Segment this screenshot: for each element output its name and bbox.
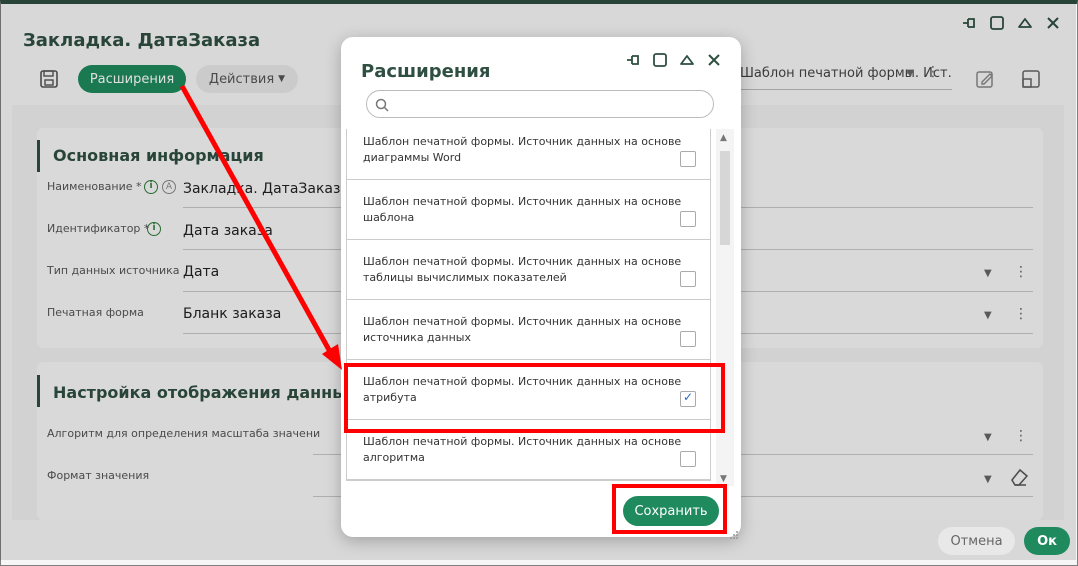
maximize-icon[interactable] xyxy=(651,51,669,69)
checkbox[interactable] xyxy=(680,331,696,347)
dialog-window-controls xyxy=(624,51,723,69)
list-item-label: Шаблон печатной формы. Источник данных н… xyxy=(363,135,682,164)
resize-grip-icon[interactable] xyxy=(729,525,739,539)
search-box[interactable] xyxy=(366,90,714,118)
checkbox[interactable] xyxy=(680,151,696,167)
checkbox[interactable] xyxy=(680,271,696,287)
list-item[interactable]: Шаблон печатной формы. Источник данных н… xyxy=(347,300,710,360)
list-item[interactable]: Шаблон печатной формы. Источник данных н… xyxy=(347,240,710,300)
checkbox[interactable] xyxy=(680,451,696,467)
collapse-icon[interactable] xyxy=(678,51,696,69)
cancel-button[interactable]: Отмена xyxy=(938,527,1015,555)
dialog-title: Расширения xyxy=(361,61,491,82)
list-item[interactable]: Шаблон печатной формы. Источник данных н… xyxy=(347,129,710,180)
list-item[interactable]: Шаблон печатной формы. Источник данных н… xyxy=(347,180,710,240)
list-item-label: Шаблон печатной формы. Источник данных н… xyxy=(363,315,682,344)
list-item-label: Шаблон печатной формы. Источник данных н… xyxy=(363,195,682,224)
list-item-label: Шаблон печатной формы. Источник данных н… xyxy=(363,255,682,284)
extensions-dialog: Расширения Шаблон печатной формы. Источн… xyxy=(341,37,741,539)
ok-button[interactable]: Ок xyxy=(1024,527,1070,555)
search-input[interactable] xyxy=(395,96,695,113)
chevron-down-icon[interactable]: ▼ xyxy=(720,474,727,484)
highlight-save-button xyxy=(612,484,727,534)
checkbox[interactable] xyxy=(680,211,696,227)
search-icon xyxy=(375,97,389,112)
scrollbar-thumb[interactable] xyxy=(720,151,730,245)
highlight-selected-item xyxy=(344,363,725,433)
close-icon[interactable] xyxy=(705,51,723,69)
pin-icon[interactable] xyxy=(624,51,642,69)
chevron-up-icon[interactable]: ▲ xyxy=(720,133,727,143)
list-item-label: Шаблон печатной формы. Источник данных н… xyxy=(363,435,682,464)
